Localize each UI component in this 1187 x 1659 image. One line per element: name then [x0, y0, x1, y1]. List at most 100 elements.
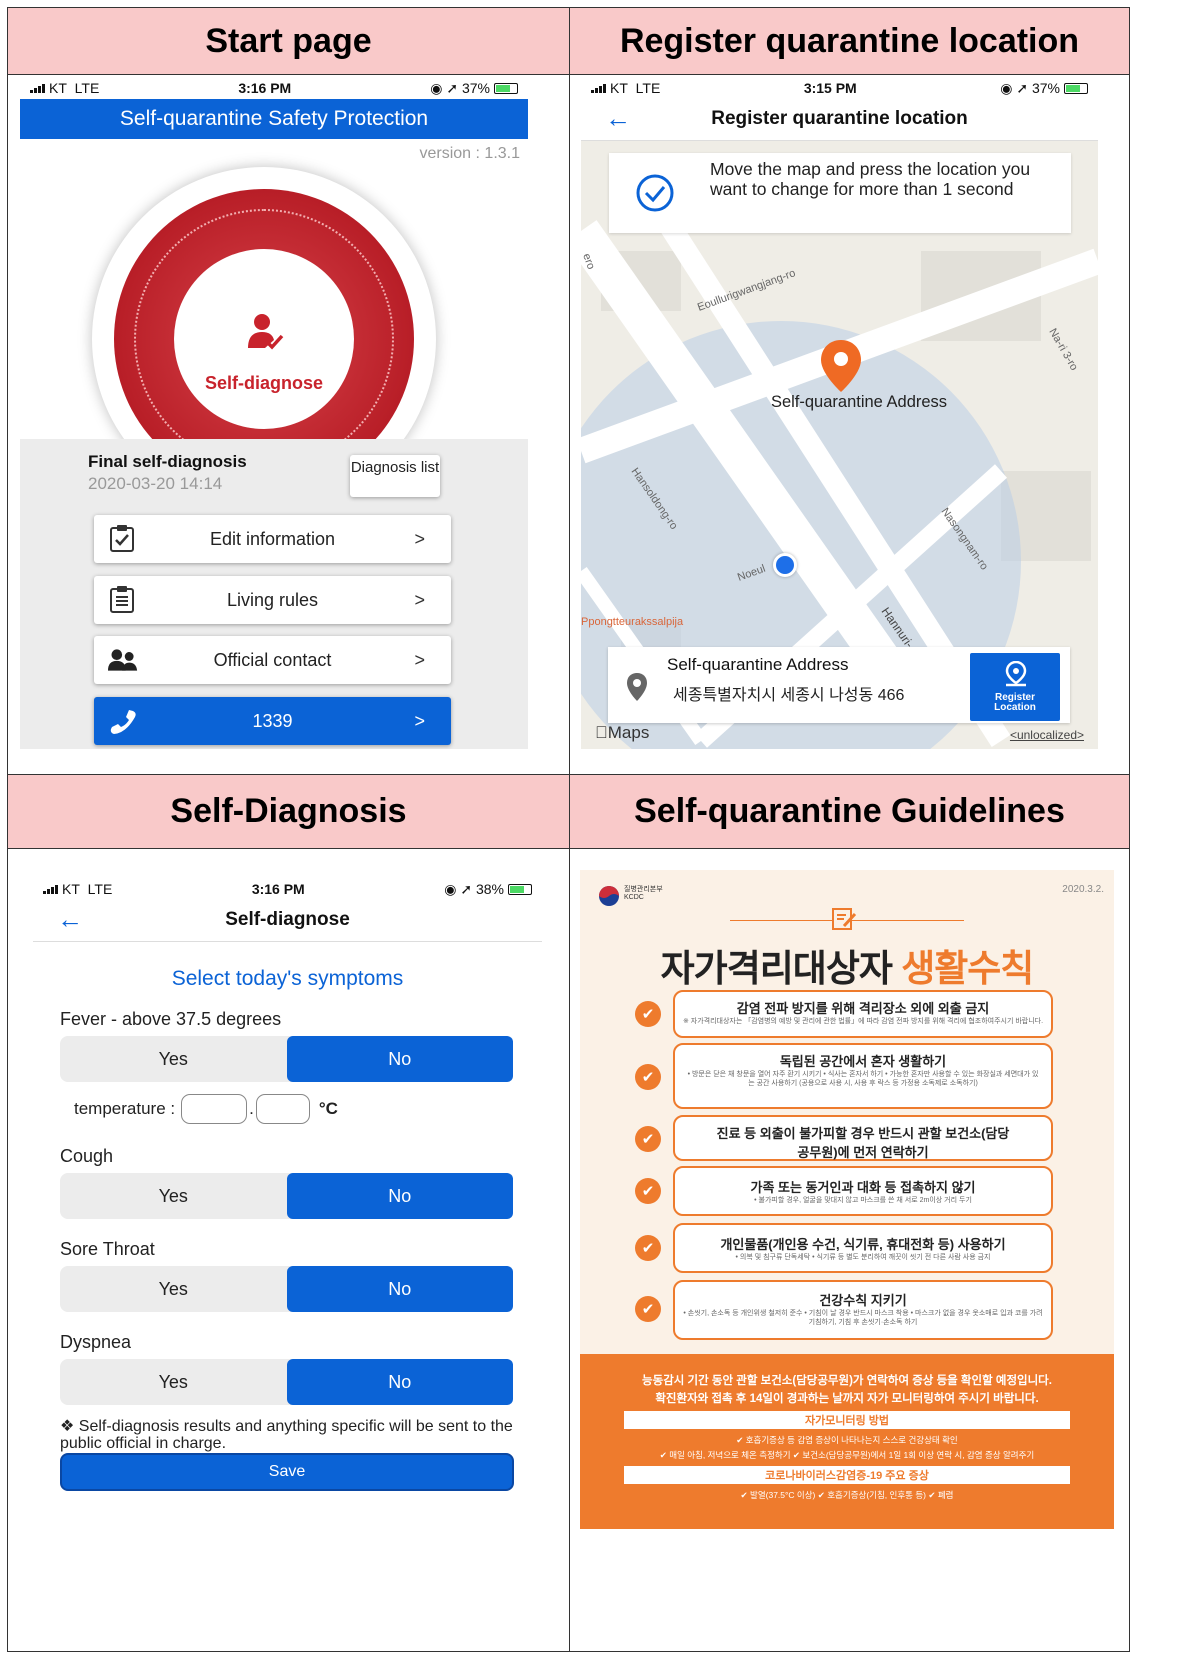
symptoms-subtitle: Select today's symptoms	[171, 967, 404, 990]
footer-line-2: 확진환자와 접촉 후 14일이 경과하는 날까지 자가 모니터링하여 주시기 바…	[655, 1393, 1039, 1405]
symptoms-line: ✔ 발열(37.5°C 이상) ✔ 호흡기증상(기침, 인후통 등) ✔ 폐렴	[740, 1490, 954, 1500]
yes-option[interactable]: Yes	[60, 1173, 287, 1219]
temperature-label: temperature :	[74, 1099, 176, 1118]
final-diagnosis-date: 2020-03-20 14:14	[88, 474, 223, 493]
no-option[interactable]: No	[286, 1266, 513, 1312]
call-1339-label: 1339	[252, 710, 293, 731]
poster-footer: 능동감시 기간 동안 관할 보건소(담당공무원)가 연락하여 증상 등을 확인할…	[580, 1354, 1114, 1529]
phone-icon	[110, 710, 136, 734]
decimal-point: .	[249, 1099, 254, 1118]
status-bar: KT LTE 3:15 PM ◉ ➚ 37%	[581, 77, 1098, 99]
check-icon: ✔	[635, 1064, 661, 1090]
hint-text: Move the map and press the location you …	[710, 159, 1031, 199]
chevron-right-icon: >	[414, 649, 425, 670]
footer-line-1: 능동감시 기간 동안 관할 보건소(담당공무원)가 연락하여 증상 등을 확인할…	[642, 1375, 1052, 1387]
check-circle-icon	[636, 174, 674, 212]
temperature-unit: °C	[318, 1099, 338, 1118]
dyspnea-toggle: Yes No	[60, 1359, 513, 1405]
header-register: Register quarantine location	[569, 7, 1130, 75]
register-location-label: Register Location	[994, 692, 1036, 713]
poi-label: Ppongtteurakssalpija	[581, 616, 684, 628]
save-button[interactable]: Save	[60, 1453, 514, 1491]
bottom-panel: Final self-diagnosis 2020-03-20 14:14 Di…	[20, 439, 528, 749]
final-diagnosis-label: Final self-diagnosis	[88, 452, 247, 471]
kcdc-logo-icon	[599, 886, 619, 906]
yes-option[interactable]: Yes	[60, 1036, 287, 1082]
current-location-dot	[773, 553, 797, 577]
status-bar: KT LTE 3:16 PM ◉ ➚ 37%	[20, 77, 528, 99]
page-title: Self-diagnose	[225, 909, 350, 930]
start-page-screen: KT LTE 3:16 PM ◉ ➚ 37% Self-quarantine S…	[20, 77, 528, 749]
address-value: 세종특별자치시 세종시 나성동 466	[673, 687, 905, 704]
rule-card: 독립된 공간에서 혼자 생활하기 • 방문은 닫은 채 창문을 열어 자주 환기 …	[673, 1043, 1053, 1109]
check-icon: ✔	[635, 1296, 661, 1322]
header-guidelines: Self-quarantine Guidelines	[569, 774, 1130, 849]
edit-information-label: Edit information	[209, 528, 336, 549]
guidelines-poster: 질병관리본부 KCDC 2020.3.2. 자가격리대상자 생활수칙 ✔ 감염 전…	[580, 870, 1114, 1529]
register-page-screen: KT LTE 3:15 PM ◉ ➚ 37% ← Register quaran…	[581, 77, 1098, 749]
living-rules-button[interactable]: Living rules >	[94, 576, 451, 624]
question-label: Dyspnea	[60, 1332, 132, 1352]
clipboard-check-icon	[110, 525, 134, 552]
rule-card: 개인물품(개인용 수건, 식기류, 휴대전화 등) 사용하기 • 의복 및 침구류…	[673, 1223, 1053, 1273]
yes-option[interactable]: Yes	[60, 1359, 287, 1405]
official-contact-label: Official contact	[213, 649, 332, 670]
address-card: Self-quarantine Address 세종특별자치시 세종시 나성동 …	[608, 647, 1070, 723]
version-label: version : 1.3.1	[419, 145, 521, 162]
header-start: Start page	[7, 7, 570, 75]
symptoms-title: 코로나바이러스감염증-19 주요 증상	[624, 1466, 1070, 1484]
no-option[interactable]: No	[286, 1173, 513, 1219]
edit-note-icon	[832, 908, 857, 930]
cough-toggle: Yes No	[60, 1173, 513, 1219]
question-label: Cough	[60, 1146, 114, 1166]
contacts-icon	[108, 649, 138, 671]
temperature-integer-input[interactable]	[181, 1094, 248, 1124]
page-title: Register quarantine location	[711, 108, 968, 129]
yes-option[interactable]: Yes	[60, 1266, 287, 1312]
map-marker-icon	[627, 673, 647, 701]
check-icon: ✔	[635, 1178, 661, 1204]
monitor-title: 자가모니터링 방법	[624, 1411, 1070, 1429]
register-location-button[interactable]: Register Location	[970, 653, 1060, 721]
no-option[interactable]: No	[286, 1036, 513, 1082]
status-bar: KT LTE 3:16 PM ◉ ➚ 38%	[33, 878, 542, 900]
hint-card: Move the map and press the location you …	[609, 153, 1071, 233]
nav-bar: ← Self-diagnose	[33, 900, 542, 942]
poster-title: 자가격리대상자 생활수칙	[660, 948, 1035, 989]
no-option[interactable]: No	[286, 1359, 513, 1405]
location-pin-icon[interactable]	[820, 340, 862, 392]
check-icon: ✔	[635, 1235, 661, 1261]
address-title: Self-quarantine Address	[667, 655, 849, 674]
header-diagnosis: Self-Diagnosis	[7, 774, 570, 849]
legal-link[interactable]: <unlocalized>	[1010, 728, 1084, 742]
rule-card: 건강수칙 지키기 • 손씻기, 손소독 등 개인위생 철저히 준수 • 기침이 날…	[673, 1280, 1053, 1340]
chevron-right-icon: >	[414, 710, 425, 731]
app-title-bar: Self-quarantine Safety Protection	[20, 99, 528, 139]
official-contact-button[interactable]: Official contact >	[94, 636, 451, 684]
temperature-row: temperature : . °C	[74, 1094, 338, 1124]
nav-bar: ← Register quarantine location	[581, 99, 1098, 141]
org-name: 질병관리본부 KCDC	[624, 886, 663, 901]
maps-logo: Maps	[595, 723, 649, 742]
location-icon	[1005, 661, 1027, 687]
temperature-decimal-input[interactable]	[255, 1094, 310, 1124]
call-1339-button[interactable]: 1339 >	[94, 697, 451, 745]
pin-label: Self-quarantine Address	[770, 393, 948, 411]
person-check-icon	[248, 314, 284, 350]
chevron-right-icon: >	[414, 589, 425, 610]
question-label: Sore Throat	[60, 1239, 155, 1259]
submission-note: ❖ Self-diagnosis results and anything sp…	[60, 1418, 513, 1452]
edit-information-button[interactable]: Edit information >	[94, 515, 451, 563]
living-rules-label: Living rules	[226, 589, 319, 610]
monitor-line-2: ✔ 매일 아침, 저녁으로 체온 측정하기 ✔ 보건소(담당공무원)에서 1일 …	[659, 1450, 1035, 1460]
sore-throat-toggle: Yes No	[60, 1266, 513, 1312]
rule-card: 감염 전파 방지를 위해 격리장소 외에 외출 금지 ※ 자가격리대상자는 「감염…	[673, 990, 1053, 1038]
fever-toggle: Yes No	[60, 1036, 513, 1082]
self-diagnose-label: Self-diagnose	[204, 373, 324, 393]
check-icon: ✔	[635, 1126, 661, 1152]
diagnosis-list-button[interactable]: Diagnosis list	[350, 455, 440, 497]
rule-card: 진료 등 외출이 불가피할 경우 반드시 관할 보건소(담당공무원)에 먼저 연…	[673, 1115, 1053, 1161]
monitor-line-1: ✔ 호흡기증상 등 감염 증상이 나타나는지 스스로 건강상태 확인	[736, 1435, 958, 1445]
question-label: Fever - above 37.5 degrees	[60, 1009, 282, 1029]
clipboard-list-icon	[110, 586, 134, 613]
